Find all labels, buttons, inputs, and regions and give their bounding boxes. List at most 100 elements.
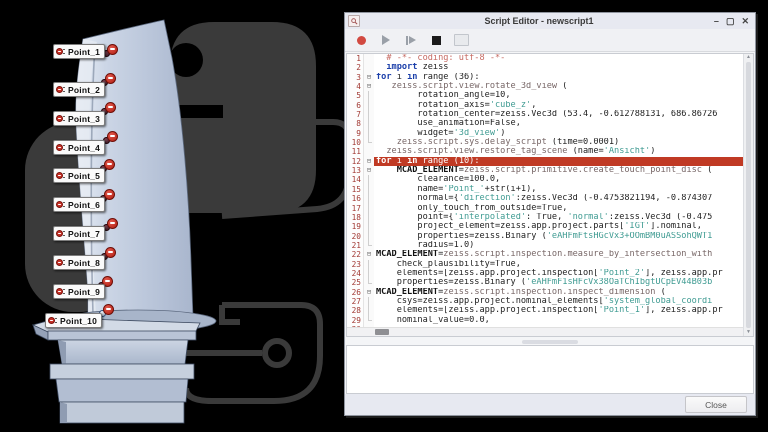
- fold-toggle-icon[interactable]: ⊟: [364, 82, 374, 91]
- code-line[interactable]: 13⊟ MCAD_ELEMENT=zeiss.script.primitive.…: [347, 166, 743, 175]
- line-number: 1: [347, 54, 364, 63]
- script-editor-window: Script Editor - newscript1 – ▢ ✕ 1 # -*-…: [344, 12, 756, 416]
- code-line[interactable]: 27 csys=zeiss.app.project.nominal_elemen…: [347, 297, 743, 306]
- point-marker[interactable]: [101, 304, 113, 316]
- fold-column: [364, 232, 374, 241]
- code-text: normal={'direction':zeiss.Vec3d (-0.4753…: [374, 194, 743, 203]
- line-number: 3: [347, 73, 364, 82]
- close-button[interactable]: Close: [685, 396, 747, 413]
- code-line[interactable]: 12⊟for i in range (10):: [347, 157, 743, 166]
- scroll-down-arrow[interactable]: ▼: [746, 329, 751, 336]
- line-number: 23: [347, 260, 364, 269]
- fold-column: [364, 110, 374, 119]
- code-line[interactable]: 6 rotation_axis='cube_z',: [347, 101, 743, 110]
- fold-toggle-icon[interactable]: ⊟: [364, 157, 374, 166]
- code-line[interactable]: 21 radius=1.0): [347, 241, 743, 250]
- scroll-up-arrow[interactable]: ▲: [746, 54, 751, 61]
- point-label[interactable]: Point_5: [53, 168, 105, 183]
- code-line[interactable]: 9 widget='3d_view'): [347, 129, 743, 138]
- fold-toggle-icon[interactable]: ⊟: [364, 288, 374, 297]
- line-number: 29: [347, 316, 364, 325]
- point-label[interactable]: Point_8: [53, 255, 105, 270]
- code-line[interactable]: 25 properties=zeiss.Binary ('eAHFmF1sHFc…: [347, 278, 743, 287]
- fold-column: [364, 306, 374, 315]
- code-line[interactable]: 24 elements=[zeiss.app.project.inspectio…: [347, 269, 743, 278]
- point-label[interactable]: Point_10: [45, 313, 102, 328]
- point-marker[interactable]: [105, 131, 117, 143]
- code-line[interactable]: 19 project_element=zeiss.app.project.par…: [347, 222, 743, 231]
- horizontal-scrollbar-thumb[interactable]: [375, 329, 389, 335]
- code-line[interactable]: 1 # -*- coding: utf-8 -*-: [347, 54, 743, 63]
- code-lines[interactable]: 1 # -*- coding: utf-8 -*-2 import zeiss3…: [347, 54, 743, 327]
- vertical-scrollbar-thumb[interactable]: [746, 62, 751, 328]
- code-editor[interactable]: 1 # -*- coding: utf-8 -*-2 import zeiss3…: [346, 53, 754, 337]
- fold-column: [364, 297, 374, 306]
- line-number: 24: [347, 269, 364, 278]
- step-button[interactable]: [403, 32, 419, 48]
- point-label[interactable]: Point_9: [53, 284, 105, 299]
- code-line[interactable]: 22⊟MCAD_ELEMENT=zeiss.script.inspection.…: [347, 250, 743, 259]
- point-label[interactable]: Point_6: [53, 197, 105, 212]
- horizontal-scrollbar[interactable]: [347, 327, 743, 336]
- point-label[interactable]: Point_2: [53, 82, 105, 97]
- fold-column: [364, 222, 374, 231]
- line-number: 25: [347, 278, 364, 287]
- fold-toggle-icon[interactable]: ⊟: [364, 73, 374, 82]
- panel-splitter[interactable]: [345, 338, 755, 345]
- record-button[interactable]: [353, 32, 369, 48]
- code-text: MCAD_ELEMENT=zeiss.script.primitive.crea…: [374, 166, 743, 175]
- minimize-button[interactable]: –: [714, 17, 719, 26]
- code-line[interactable]: 15 name='Point_'+str(i+1),: [347, 185, 743, 194]
- code-line[interactable]: 8 use_animation=False,: [347, 119, 743, 128]
- close-window-button[interactable]: ✕: [741, 17, 749, 26]
- code-line[interactable]: 10 zeiss.script.sys.delay_script (time=0…: [347, 138, 743, 147]
- window-titlebar[interactable]: Script Editor - newscript1 – ▢ ✕: [345, 13, 755, 29]
- point-label[interactable]: Point_7: [53, 226, 105, 241]
- fold-toggle-icon[interactable]: ⊟: [364, 166, 374, 175]
- code-line[interactable]: 4⊟ zeiss.script.view.rotate_3d_view (: [347, 82, 743, 91]
- code-line[interactable]: 23 check_plausibility=True,: [347, 260, 743, 269]
- code-line[interactable]: 26⊟MCAD_ELEMENT=zeiss.script.inspection.…: [347, 288, 743, 297]
- code-line[interactable]: 20 properties=zeiss.Binary ('eAHFmFtsHGc…: [347, 232, 743, 241]
- code-text: MCAD_ELEMENT=zeiss.script.inspection.ins…: [374, 288, 743, 297]
- code-text: project_element=zeiss.app.project.parts[…: [374, 222, 743, 231]
- code-text: only_touch_from_outside=True,: [374, 204, 743, 213]
- code-text: import zeiss: [374, 63, 743, 72]
- window-footer: Close: [345, 394, 755, 415]
- line-number: 7: [347, 110, 364, 119]
- fold-toggle-icon[interactable]: ⊟: [364, 250, 374, 259]
- code-line[interactable]: 3⊟for i in range (36):: [347, 73, 743, 82]
- code-line[interactable]: 29 nominal_value=0.0,: [347, 316, 743, 325]
- code-text: MCAD_ELEMENT=zeiss.script.inspection.mea…: [374, 250, 743, 259]
- point-marker[interactable]: [105, 218, 117, 230]
- line-number: 19: [347, 222, 364, 231]
- stop-button[interactable]: [428, 32, 444, 48]
- point-marker[interactable]: [105, 44, 117, 56]
- maximize-button[interactable]: ▢: [726, 17, 735, 26]
- fold-column: [364, 129, 374, 138]
- code-line[interactable]: 11 zeiss.script.view.restore_tag_scene (…: [347, 147, 743, 156]
- run-button[interactable]: [378, 32, 394, 48]
- point-label[interactable]: Point_3: [53, 111, 105, 126]
- code-line[interactable]: 5 rotation_angle=10,: [347, 91, 743, 100]
- line-number: 20: [347, 232, 364, 241]
- point-label[interactable]: Point_4: [53, 140, 105, 155]
- code-line[interactable]: 2 import zeiss: [347, 63, 743, 72]
- code-line[interactable]: 28 elements=[zeiss.app.project.inspectio…: [347, 306, 743, 315]
- line-number: 6: [347, 101, 364, 110]
- code-line[interactable]: 14 clearance=100.0,: [347, 175, 743, 184]
- code-line[interactable]: 18 point={'interpolated': True, 'normal'…: [347, 213, 743, 222]
- code-line[interactable]: 17 only_touch_from_outside=True,: [347, 204, 743, 213]
- line-number: 4: [347, 82, 364, 91]
- line-number: 14: [347, 175, 364, 184]
- code-text: for i in range (36):: [374, 73, 743, 82]
- panel-button[interactable]: [453, 32, 469, 48]
- fold-column: [364, 119, 374, 128]
- code-line[interactable]: 16 normal={'direction':zeiss.Vec3d (-0.4…: [347, 194, 743, 203]
- code-text: name='Point_'+str(i+1),: [374, 185, 743, 194]
- point-label[interactable]: Point_1: [53, 44, 105, 59]
- code-line[interactable]: 7 rotation_center=zeiss.Vec3d (53.4, -0.…: [347, 110, 743, 119]
- line-number: 16: [347, 194, 364, 203]
- line-number: 28: [347, 306, 364, 315]
- vertical-scrollbar[interactable]: ▲ ▼: [743, 54, 753, 336]
